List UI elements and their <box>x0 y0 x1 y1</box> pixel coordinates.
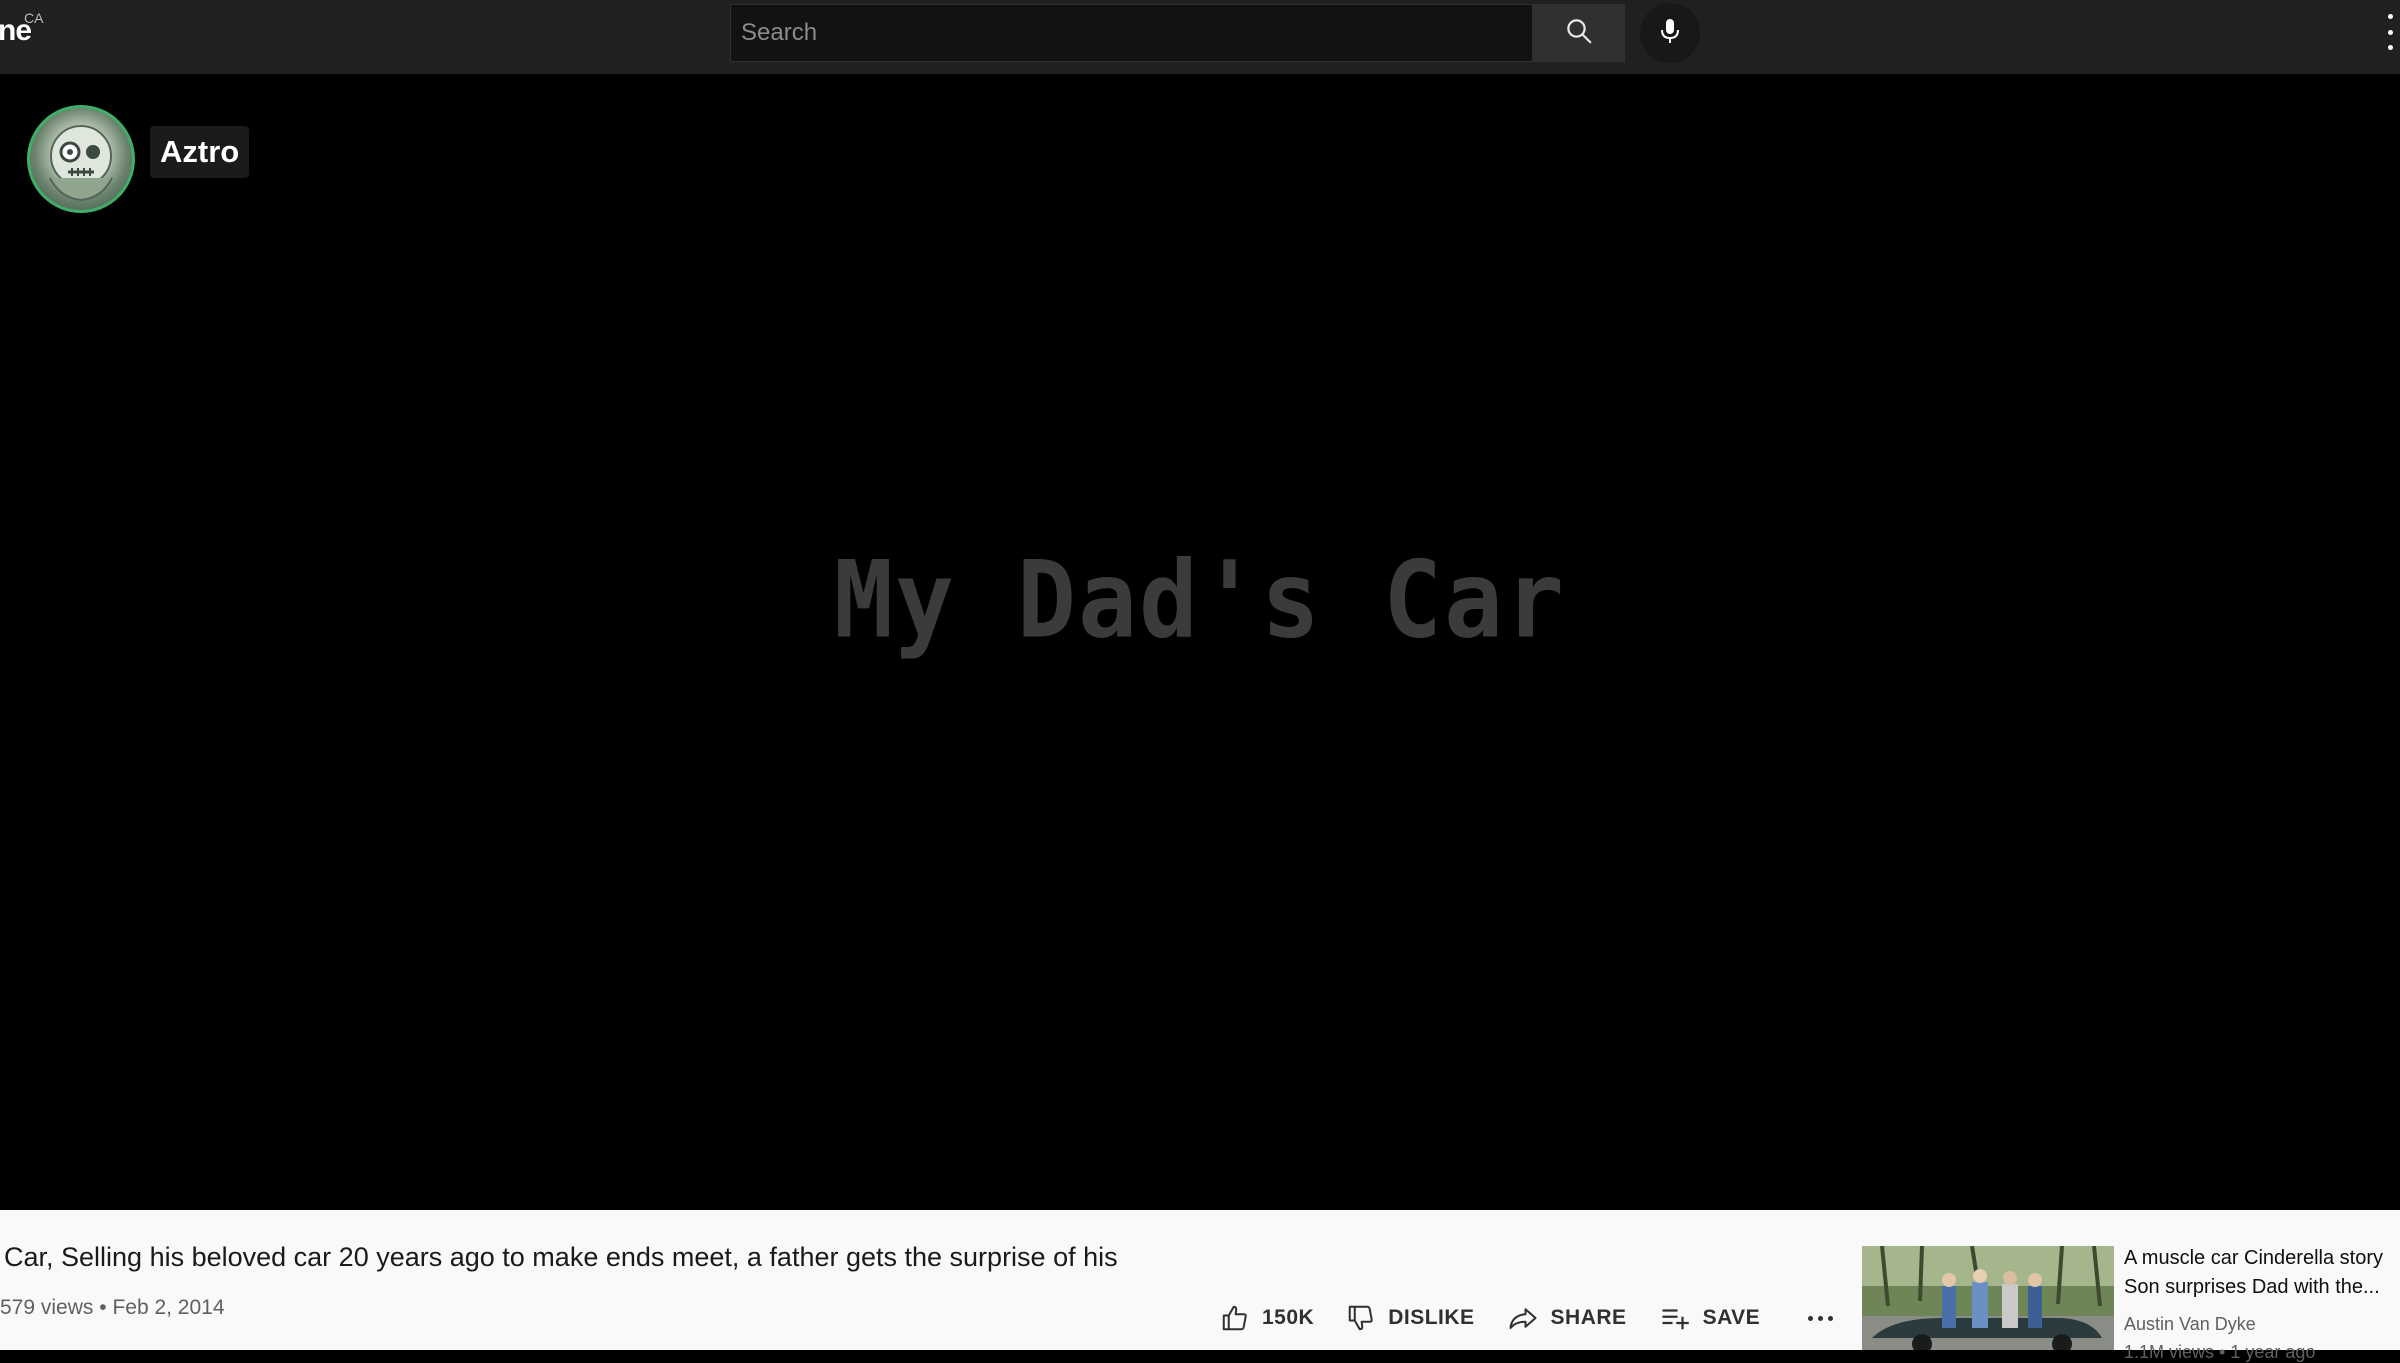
recommended-video-channel[interactable]: Austin Van Dyke <box>2124 1314 2256 1335</box>
recommended-title-line-1: A muscle car Cinderella story <box>2124 1247 2383 1269</box>
view-count: 579 views <box>0 1296 94 1319</box>
search-input[interactable] <box>739 5 1519 61</box>
skull-avatar-image <box>49 125 113 202</box>
settings-menu-button[interactable] <box>2382 14 2398 50</box>
top-bar: ne CA <box>0 0 2400 74</box>
recommended-title-line-2: Son surprises Dad with the... <box>2124 1276 2380 1298</box>
voice-search-button[interactable] <box>1640 3 1700 63</box>
logo-country-code: CA <box>24 10 44 26</box>
channel-name[interactable]: Aztro <box>150 126 250 178</box>
family-car-photo <box>1862 1246 2114 1350</box>
dislike-label: DISLIKE <box>1388 1306 1475 1329</box>
more-actions-button[interactable] <box>1808 1315 1834 1321</box>
video-info-section: Car, Selling his beloved car 20 years ag… <box>0 1210 2400 1362</box>
more-vert-dot <box>2387 29 2393 35</box>
more-horiz-dot <box>1818 1315 1824 1321</box>
recommended-video-title[interactable]: A muscle car Cinderella story Son surpri… <box>2124 1244 2400 1302</box>
video-actions: 150K DISLIKE SHARE SAVE <box>1220 1298 1834 1338</box>
upload-date: Feb 2, 2014 <box>112 1296 225 1319</box>
playlist-add-icon <box>1662 1309 1689 1330</box>
thumb-up-icon <box>1222 1305 1247 1331</box>
meta-separator: • <box>99 1296 107 1319</box>
more-vert-dot <box>2387 45 2393 50</box>
search-button[interactable] <box>1533 4 1625 62</box>
save-button[interactable]: SAVE <box>1659 1303 1761 1333</box>
more-vert-icon <box>2387 14 2393 19</box>
like-button[interactable]: 150K <box>1220 1303 1314 1333</box>
more-horiz-dot <box>1828 1315 1834 1321</box>
recommended-video-meta: 1.1M views • 1 year ago <box>2124 1342 2316 1362</box>
video-player[interactable]: Aztro My Dad's Car <box>0 74 2400 1210</box>
share-icon <box>1509 1308 1537 1329</box>
video-title: Car, Selling his beloved car 20 years ag… <box>4 1242 1118 1272</box>
recommended-video-thumbnail[interactable] <box>1862 1246 2114 1350</box>
dislike-button[interactable]: DISLIKE <box>1346 1303 1474 1333</box>
share-label: SHARE <box>1550 1306 1627 1329</box>
thumb-down-icon <box>1348 1305 1373 1331</box>
share-button[interactable]: SHARE <box>1507 1303 1627 1333</box>
mic-icon <box>1658 16 1682 51</box>
video-title-card: My Dad's Car <box>833 539 1566 663</box>
video-meta: 579 views • Feb 2, 2014 <box>0 1296 225 1320</box>
search-icon <box>1564 16 1594 51</box>
search-box <box>730 4 1533 62</box>
channel-avatar[interactable] <box>27 105 135 213</box>
save-label: SAVE <box>1702 1306 1761 1329</box>
more-horiz-icon <box>1808 1315 1814 1321</box>
like-count: 150K <box>1262 1306 1315 1329</box>
